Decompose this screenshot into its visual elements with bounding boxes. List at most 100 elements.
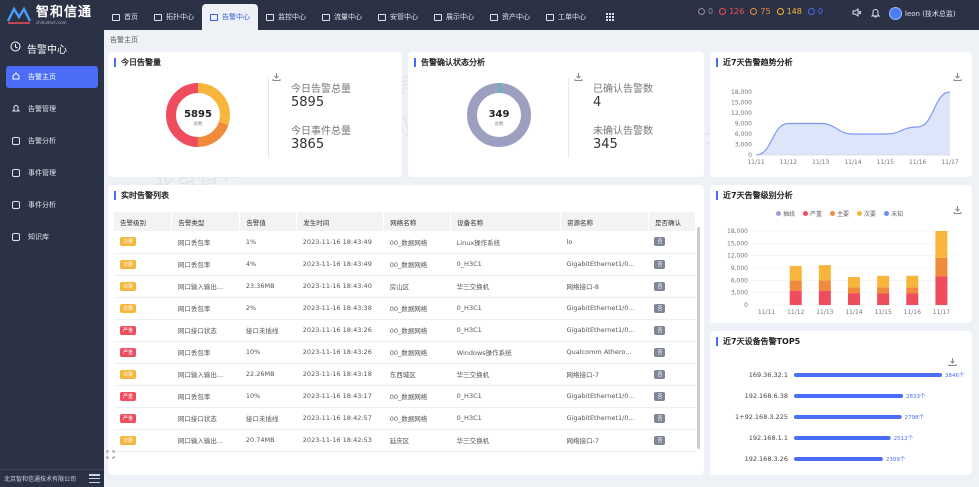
table-row[interactable]: 次要 网口丢包率 2% 2023-11-16 18:43:38 00_数据网络 0_H3C… <box>114 297 696 320</box>
confirm-status-badge[interactable]: 否 <box>654 325 666 335</box>
value-label: 2309个 <box>886 456 906 463</box>
confirm-status-badge[interactable]: 否 <box>654 391 666 401</box>
table-row[interactable]: 次要 网口丢包率 4% 2023-11-16 18:43:49 00_数据网络 0_H3C… <box>114 253 696 276</box>
download-icon[interactable] <box>953 72 962 81</box>
nav-alarm[interactable]: 告警中心 <box>202 4 258 30</box>
sidebar-item-label: 告警主页 <box>28 73 56 81</box>
alarm-center-icon <box>10 41 21 55</box>
header-type[interactable]: 告警类型 <box>171 212 241 231</box>
download-icon[interactable] <box>953 205 962 214</box>
mute-icon[interactable] <box>852 8 862 19</box>
header-resource[interactable]: 资源名称 <box>560 212 649 231</box>
table-row[interactable]: 严重 网口接口状态 接口未插线 2023-11-16 18:42:57 00_数据网络 0… <box>114 407 696 430</box>
header-value[interactable]: 告警值 <box>239 212 298 231</box>
alert-count-major[interactable]: 75 <box>750 7 771 16</box>
bar-segment <box>877 275 890 288</box>
cell-value-text: 20.74MB <box>245 436 275 444</box>
nav-more[interactable] <box>594 4 622 30</box>
nav-monitor[interactable]: 监控中心 <box>258 4 314 30</box>
download-icon[interactable] <box>272 72 281 81</box>
nav-label: 告警中心 <box>222 13 250 21</box>
y-tick-label: 12,000 <box>727 253 748 260</box>
cell-resource-text: Qualcomm Athero... <box>566 348 632 356</box>
table-row[interactable]: 严重 网口丢包率 10% 2023-11-16 18:43:17 00_数据网络 0_H3… <box>114 385 696 408</box>
cell-value: 20.74MB <box>239 429 297 452</box>
legend-item[interactable]: 次要 <box>857 209 876 218</box>
cell-type: 网口丢包率 <box>171 385 240 408</box>
cell-resource: GigabitEthernet1/0... <box>560 297 649 320</box>
confirm-status-badge[interactable]: 否 <box>654 369 666 379</box>
alert-count-minor[interactable]: 148 <box>776 7 802 16</box>
header-device[interactable]: 设备名称 <box>450 212 562 231</box>
alert-count-unknown[interactable]: 0 <box>698 7 713 16</box>
sidebar-item-alarm-analysis[interactable]: 告警分析 <box>6 130 98 152</box>
bar-segment <box>935 231 948 258</box>
user-menu[interactable]: leon (技术总监) <box>889 7 956 20</box>
header-network[interactable]: 网络名称 <box>383 212 452 231</box>
sidebar-item-knowledge[interactable]: 知识库 <box>6 226 98 248</box>
header-level[interactable]: 告警级别 <box>114 212 173 231</box>
card-title: 实时告警列表 <box>114 191 169 200</box>
logo-subtitle: zhihuitech.com <box>36 19 67 25</box>
sidebar-item-alarm-manage[interactable]: 告警管理 <box>6 98 98 120</box>
confirm-status-badge[interactable]: 否 <box>654 435 666 445</box>
legend-dot-icon <box>830 211 836 216</box>
table-row[interactable]: 次要 网口输入输出... 20.74MB 2023-11-16 18:42:53 延庆区… <box>114 429 696 452</box>
alert-count-info[interactable]: 0 <box>807 7 823 16</box>
sidebar-item-event-analysis[interactable]: 事件分析 <box>6 194 98 216</box>
legend-item[interactable]: 未知 <box>884 209 903 218</box>
fullscreen-icon[interactable] <box>106 450 115 461</box>
header-time[interactable]: 发生时间 <box>296 212 385 231</box>
asset-icon <box>490 13 498 21</box>
main-nav: 首页 拓扑中心 告警中心 监控中心 流量中心 安管中心 展示中心 资产中心 工单… <box>104 0 622 30</box>
nav-traffic[interactable]: 流量中心 <box>314 4 370 30</box>
cell-time: 2023-11-16 18:43:18 <box>296 363 384 386</box>
x-tick-label: 11/16 <box>909 159 926 166</box>
nav-security[interactable]: 安管中心 <box>370 4 426 30</box>
y-tick-label: 9,000 <box>735 121 752 128</box>
nav-display[interactable]: 展示中心 <box>426 4 482 30</box>
confirm-status-badge[interactable]: 否 <box>654 413 666 423</box>
confirm-status-badge[interactable]: 否 <box>654 281 666 291</box>
table-row[interactable]: 次要 网口输入输出... 22.26MB 2023-11-16 18:43:18 东西城… <box>114 363 696 386</box>
bell-icon[interactable] <box>870 8 881 20</box>
table-row[interactable]: 次要 网口输入输出... 23.36MB 2023-11-16 18:43:40 房山区… <box>114 275 696 298</box>
nav-ticket[interactable]: 工单中心 <box>538 4 594 30</box>
cell-resource: Qualcomm Athero... <box>560 341 649 364</box>
nav-topology[interactable]: 拓扑中心 <box>146 4 202 30</box>
today-donut: 5895 总数 <box>166 83 230 147</box>
alert-count-critical[interactable]: 126 <box>719 7 744 16</box>
nav-asset[interactable]: 资产中心 <box>482 4 538 30</box>
bar-segment <box>877 293 890 305</box>
legend-item[interactable]: 主要 <box>830 209 849 218</box>
trend-card: 近7天告警趋势分析 18,000 15,000 12,000 9,000 6,000 3,… <box>710 52 972 177</box>
table-row[interactable]: 严重 网口丢包率 10% 2023-11-16 18:43:26 00_数据网络 Wind… <box>114 341 696 364</box>
cell-network: 00_数据网络 <box>383 253 451 276</box>
severity-badge: 次要 <box>120 281 137 291</box>
cell-resource-text: lo <box>566 237 573 246</box>
table-scrollbar[interactable] <box>697 227 700 449</box>
top-bar: 智和信通 zhihuitech.com 首页 拓扑中心 告警中心 监控中心 流量… <box>0 0 979 30</box>
confirm-status-badge[interactable]: 否 <box>654 347 666 357</box>
table-row[interactable]: 次要 网口丢包率 1% 2023-11-16 18:43:49 00_数据网络 Linux… <box>114 231 696 254</box>
confirm-status-badge[interactable]: 否 <box>654 259 666 269</box>
nav-label: 安管中心 <box>390 13 418 21</box>
confirmed-label: 已确认告警数 <box>593 84 653 95</box>
severity-badge: 次要 <box>120 435 137 445</box>
cell-time-text: 2023-11-16 18:43:17 <box>302 392 372 400</box>
download-icon[interactable] <box>574 72 583 81</box>
legend-item[interactable]: 抽线 <box>776 209 795 218</box>
confirm-status-badge[interactable]: 否 <box>654 237 666 247</box>
confirm-status-badge[interactable]: 否 <box>654 303 666 313</box>
monitor-icon <box>266 13 274 21</box>
logo[interactable]: 智和信通 zhihuitech.com <box>0 0 104 30</box>
header-confirmed[interactable]: 是否确认 <box>648 212 696 231</box>
cell-time: 2023-11-16 18:43:17 <box>296 385 384 408</box>
nav-home[interactable]: 首页 <box>104 4 146 30</box>
table-row[interactable]: 严重 网口接口状态 接口未插线 2023-11-16 18:43:26 00_数据网络 0… <box>114 319 696 342</box>
sidebar-item-alarm-home[interactable]: 告警主页 <box>6 66 98 88</box>
sidebar-item-event-manage[interactable]: 事件管理 <box>6 162 98 184</box>
legend-item[interactable]: 严重 <box>803 209 822 218</box>
menu-toggle-icon[interactable] <box>89 474 100 483</box>
bar-segment <box>906 287 919 294</box>
